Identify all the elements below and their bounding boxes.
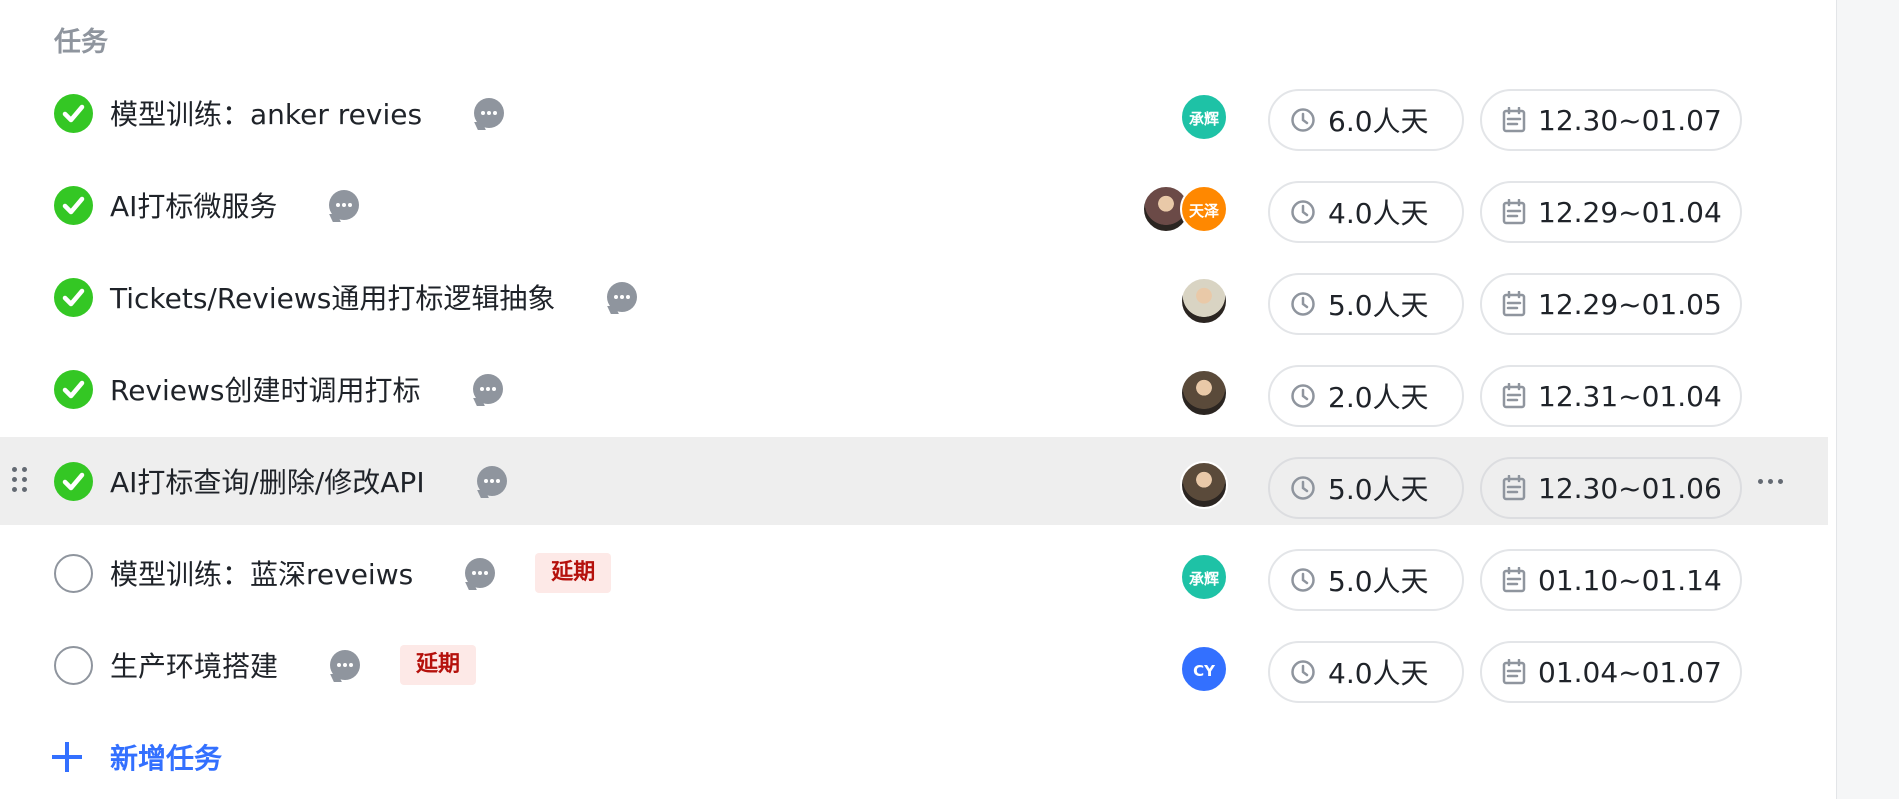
effort-value: 5.0人天: [1328, 473, 1429, 506]
date-range-value: 12.29~01.05: [1538, 287, 1722, 321]
task-title-line: AI打标微服务: [110, 161, 360, 249]
task-row[interactable]: Tickets/Reviews通用打标逻辑抽象 5.0人天 12.29~01.05: [0, 253, 1828, 341]
date-range-pill[interactable]: 12.31~01.04: [1480, 365, 1742, 427]
effort-value: 4.0人天: [1328, 657, 1429, 690]
assignee-avatar[interactable]: 承辉: [1180, 93, 1228, 141]
effort-value: 5.0人天: [1328, 565, 1429, 598]
effort-value: 5.0人天: [1328, 289, 1429, 322]
check-circle-icon[interactable]: [54, 370, 93, 409]
check-circle-icon[interactable]: [54, 94, 93, 133]
clock-icon: [1291, 476, 1315, 500]
task-title-line: Reviews创建时调用打标: [110, 345, 503, 433]
comment-bubble-icon[interactable]: [474, 98, 505, 128]
task-title-line: 生产环境搭建 延期: [110, 621, 477, 709]
clock-icon: [1291, 660, 1315, 684]
right-scroll-area: [1836, 0, 1899, 799]
task-title[interactable]: 模型训练：anker revies: [110, 93, 422, 133]
date-range-pill[interactable]: 01.10~01.14: [1480, 549, 1742, 611]
plus-icon: [52, 742, 82, 772]
effort-value: 2.0人天: [1328, 381, 1429, 414]
check-circle-icon[interactable]: [54, 462, 93, 501]
comment-bubble-icon[interactable]: [465, 558, 496, 588]
date-range-value: 12.31~01.04: [1538, 379, 1722, 413]
task-title-line: 模型训练：蓝深reveiws 延期: [110, 529, 612, 617]
calendar-icon: [1502, 383, 1526, 409]
empty-circle-icon[interactable]: [54, 646, 93, 685]
date-range-value: 12.30~01.07: [1538, 103, 1722, 137]
date-range-value: 12.29~01.04: [1538, 195, 1722, 229]
task-title[interactable]: Reviews创建时调用打标: [110, 369, 421, 409]
task-title-line: AI打标查询/删除/修改API: [110, 437, 507, 525]
effort-value: 6.0人天: [1328, 105, 1429, 138]
assignee-avatar[interactable]: CY: [1180, 645, 1228, 693]
assignee-avatar[interactable]: 承辉: [1180, 553, 1228, 601]
effort-pill[interactable]: 5.0人天: [1268, 457, 1464, 519]
task-panel: 任务 模型训练：anker revies 承辉 6.0人天 12.30~01.07 AI…: [0, 0, 1836, 799]
task-title-line: 模型训练：anker revies: [110, 69, 505, 157]
date-range-value: 12.30~01.06: [1538, 471, 1722, 505]
calendar-icon: [1502, 291, 1526, 317]
effort-pill[interactable]: 6.0人天: [1268, 89, 1464, 151]
effort-value: 4.0人天: [1328, 197, 1429, 230]
calendar-icon: [1502, 199, 1526, 225]
task-title[interactable]: AI打标查询/删除/修改API: [110, 461, 425, 501]
section-title: 任务: [54, 27, 108, 58]
check-circle-icon[interactable]: [54, 186, 93, 225]
clock-icon: [1291, 568, 1315, 592]
calendar-icon: [1502, 107, 1526, 133]
calendar-icon: [1502, 659, 1526, 685]
date-range-value: 01.10~01.14: [1538, 563, 1722, 597]
effort-pill[interactable]: 4.0人天: [1268, 181, 1464, 243]
comment-bubble-icon[interactable]: [330, 650, 361, 680]
add-task-button[interactable]: 新增任务: [52, 733, 222, 781]
comment-bubble-icon[interactable]: [472, 374, 503, 404]
task-row[interactable]: 模型训练：anker revies 承辉 6.0人天 12.30~01.07: [0, 69, 1828, 157]
date-range-pill[interactable]: 01.04~01.07: [1480, 641, 1742, 703]
date-range-pill[interactable]: 12.30~01.07: [1480, 89, 1742, 151]
effort-pill[interactable]: 4.0人天: [1268, 641, 1464, 703]
empty-circle-icon[interactable]: [54, 554, 93, 593]
date-range-value: 01.04~01.07: [1538, 655, 1722, 689]
assignee-avatar[interactable]: [1180, 369, 1228, 417]
date-range-pill[interactable]: 12.29~01.05: [1480, 273, 1742, 335]
check-circle-icon[interactable]: [54, 278, 93, 317]
calendar-icon: [1502, 567, 1526, 593]
comment-bubble-icon[interactable]: [607, 282, 638, 312]
overdue-badge: 延期: [535, 553, 612, 593]
comment-bubble-icon[interactable]: [476, 466, 507, 496]
overdue-badge: 延期: [400, 645, 477, 685]
task-title-line: Tickets/Reviews通用打标逻辑抽象: [110, 253, 638, 341]
task-row[interactable]: 生产环境搭建 延期 CY 4.0人天 01.04~01.07: [0, 621, 1828, 709]
effort-pill[interactable]: 5.0人天: [1268, 273, 1464, 335]
clock-icon: [1291, 108, 1315, 132]
task-row[interactable]: Reviews创建时调用打标 2.0人天 12.31~01.04: [0, 345, 1828, 433]
task-row[interactable]: AI打标微服务 天泽 4.0人天 12.29~01.04: [0, 161, 1828, 249]
task-title[interactable]: 生产环境搭建: [110, 645, 278, 685]
more-horizontal-icon[interactable]: [1758, 471, 1786, 491]
clock-icon: [1291, 200, 1315, 224]
add-task-label: 新增任务: [110, 742, 223, 775]
effort-pill[interactable]: 5.0人天: [1268, 549, 1464, 611]
task-title[interactable]: 模型训练：蓝深reveiws: [110, 553, 413, 593]
assignee-avatar[interactable]: [1180, 277, 1228, 325]
date-range-pill[interactable]: 12.30~01.06: [1480, 457, 1742, 519]
calendar-icon: [1502, 475, 1526, 501]
drag-handle-icon[interactable]: [12, 467, 28, 495]
clock-icon: [1291, 292, 1315, 316]
date-range-pill[interactable]: 12.29~01.04: [1480, 181, 1742, 243]
clock-icon: [1291, 384, 1315, 408]
assignee-avatar[interactable]: 天泽: [1180, 185, 1228, 233]
task-row[interactable]: 模型训练：蓝深reveiws 延期 承辉 5.0人天 01.10~01.14: [0, 529, 1828, 617]
task-title[interactable]: AI打标微服务: [110, 185, 277, 225]
comment-bubble-icon[interactable]: [329, 190, 360, 220]
task-title[interactable]: Tickets/Reviews通用打标逻辑抽象: [110, 277, 555, 317]
effort-pill[interactable]: 2.0人天: [1268, 365, 1464, 427]
task-row[interactable]: AI打标查询/删除/修改API 5.0人天 12.30~01.06: [0, 437, 1828, 525]
assignee-avatar[interactable]: [1180, 461, 1228, 509]
